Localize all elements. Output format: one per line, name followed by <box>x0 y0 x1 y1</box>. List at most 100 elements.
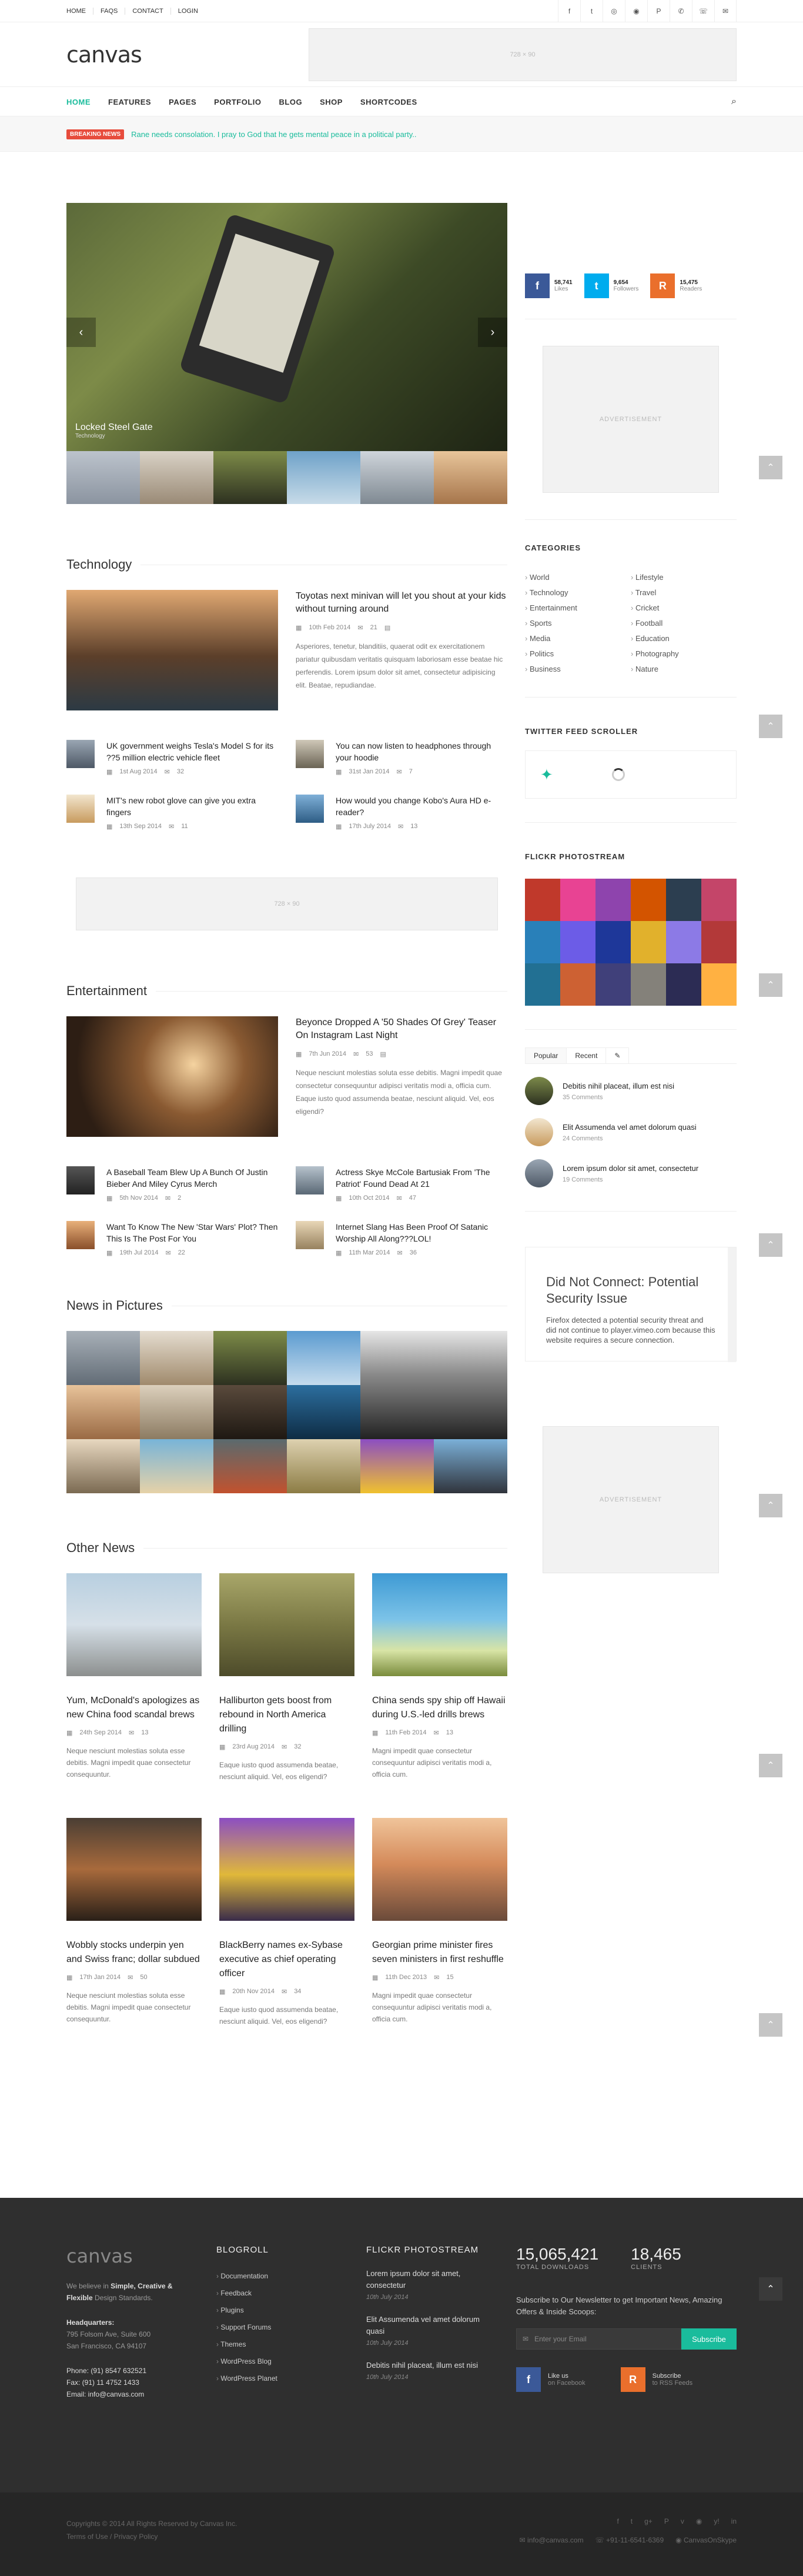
flickr-photo[interactable] <box>525 921 560 963</box>
scroll-top-button[interactable]: ⌃ <box>759 456 782 479</box>
post-title[interactable]: Yum, McDonald's apologizes as new China … <box>66 1694 202 1722</box>
scroll-top-button[interactable]: ⌃ <box>759 1494 782 1517</box>
blogroll-link[interactable]: WordPress Blog <box>216 2353 349 2370</box>
googleplus-icon[interactable]: g+ <box>644 2517 653 2525</box>
section-title[interactable]: Entertainment <box>66 983 147 999</box>
post-comments[interactable]: 21 <box>370 624 377 632</box>
contact-skype[interactable]: ◉ CanvasOnSkype <box>675 2536 737 2544</box>
picture-tile[interactable] <box>287 1439 360 1493</box>
scroll-top-button[interactable]: ⌃ <box>759 2277 782 2301</box>
picture-tile[interactable] <box>66 1439 140 1493</box>
picture-tile[interactable] <box>213 1331 287 1385</box>
post-title[interactable]: Want To Know The New 'Star Wars' Plot? T… <box>106 1221 278 1244</box>
post-title[interactable]: Debitis nihil placeat, illum est nisi <box>366 2360 498 2371</box>
post-comments[interactable]: 24 Comments <box>563 1135 697 1142</box>
menu-item-pages[interactable]: PAGES <box>169 98 196 106</box>
flickr-photo[interactable] <box>631 879 666 921</box>
post-image[interactable] <box>66 1016 278 1137</box>
post-title[interactable]: Georgian prime minister fires seven mini… <box>372 1938 507 1967</box>
featured-slider[interactable]: ‹ › Locked Steel Gate Technology <box>66 203 507 451</box>
post-image[interactable] <box>372 1573 507 1676</box>
post-thumbnail[interactable] <box>296 740 324 768</box>
section-title[interactable]: News in Pictures <box>66 1298 163 1313</box>
flickr-photo[interactable] <box>666 921 701 963</box>
post-title[interactable]: Elit Assumenda vel amet dolorum quasi <box>563 1123 697 1132</box>
post-comments[interactable]: 34 <box>294 1988 301 1996</box>
post-image[interactable] <box>219 1818 354 1921</box>
category-link[interactable]: Lifestyle <box>631 573 737 582</box>
post-thumbnail[interactable] <box>66 795 95 823</box>
post-title[interactable]: China sends spy ship off Hawaii during U… <box>372 1694 507 1722</box>
flickr-photo[interactable] <box>595 963 631 1006</box>
flickr-photo[interactable] <box>595 921 631 963</box>
sidebar-ad[interactable]: ADVERTISEMENT <box>543 1426 719 1573</box>
post-title[interactable]: Lorem ipsum dolor sit amet, consectetur <box>366 2268 498 2291</box>
slider-thumb[interactable] <box>434 451 507 504</box>
facebook-like-link[interactable]: f Like us on Facebook <box>516 2367 585 2392</box>
post-comments[interactable]: 32 <box>177 768 184 776</box>
rss-subscribe-link[interactable]: R Subscribe to RSS Feeds <box>620 2367 692 2392</box>
post-comments[interactable]: 13 <box>410 823 417 830</box>
picture-tile[interactable] <box>287 1385 360 1439</box>
menu-item-features[interactable]: FEATURES <box>108 98 151 106</box>
post-comments[interactable]: 19 Comments <box>563 1176 698 1183</box>
phone-icon[interactable]: ☏ <box>692 0 714 22</box>
email-address[interactable]: Email: info@canvas.com <box>66 2388 199 2400</box>
email-icon[interactable]: ✉ <box>714 0 737 22</box>
blogroll-link[interactable]: WordPress Planet <box>216 2370 349 2387</box>
picture-tile[interactable] <box>360 1439 434 1493</box>
scroll-top-button[interactable]: ⌃ <box>759 973 782 997</box>
picture-tile[interactable] <box>66 1385 140 1439</box>
top-nav-login[interactable]: LOGIN <box>171 8 205 15</box>
section-title[interactable]: Technology <box>66 557 132 572</box>
picture-tile[interactable] <box>66 1331 140 1385</box>
contact-email[interactable]: ✉ info@canvas.com <box>520 2536 584 2544</box>
yahoo-icon[interactable]: y! <box>714 2517 719 2525</box>
flickr-photo[interactable] <box>666 963 701 1006</box>
picture-tile[interactable] <box>140 1439 213 1493</box>
github-icon[interactable]: ◉ <box>696 2517 702 2525</box>
post-title[interactable]: UK government weighs Tesla's Model S for… <box>106 740 278 763</box>
post-title[interactable]: Beyonce Dropped A '50 Shades Of Grey' Te… <box>296 1016 507 1042</box>
flickr-photo[interactable] <box>631 963 666 1006</box>
slide-title[interactable]: Locked Steel Gate <box>75 422 153 433</box>
post-comments[interactable]: 15 <box>446 1974 453 1981</box>
scroll-top-button[interactable]: ⌃ <box>759 715 782 738</box>
category-link[interactable]: Politics <box>525 649 631 658</box>
category-link[interactable]: Entertainment <box>525 603 631 612</box>
flickr-photo[interactable] <box>560 879 595 921</box>
twitter-icon[interactable]: t <box>580 0 603 22</box>
top-nav-home[interactable]: HOME <box>66 8 93 15</box>
post-title[interactable]: Toyotas next minivan will let you shout … <box>296 590 507 616</box>
twitter-icon[interactable]: t <box>631 2517 633 2525</box>
blogroll-link[interactable]: Support Forums <box>216 2319 349 2336</box>
flickr-photo[interactable] <box>525 879 560 921</box>
slider-next-button[interactable]: › <box>478 318 507 347</box>
post-title[interactable]: Elit Assumenda vel amet dolorum quasi <box>366 2314 498 2337</box>
tab-popular[interactable]: Popular <box>525 1047 567 1063</box>
post-title[interactable]: Debitis nihil placeat, illum est nisi <box>563 1082 674 1090</box>
slider-prev-button[interactable]: ‹ <box>66 318 96 347</box>
slider-thumb[interactable] <box>213 451 287 504</box>
post-comments[interactable]: 2 <box>178 1194 181 1202</box>
avatar[interactable] <box>525 1077 553 1105</box>
post-comments[interactable]: 53 <box>366 1050 373 1058</box>
twitter-counter[interactable]: t 9,654 Followers <box>584 273 638 298</box>
post-thumbnail[interactable] <box>296 1221 324 1249</box>
flickr-photo[interactable] <box>666 879 701 921</box>
flickr-photo[interactable] <box>631 921 666 963</box>
tab-comments[interactable]: ✎ <box>605 1047 630 1063</box>
menu-item-portfolio[interactable]: PORTFOLIO <box>214 98 261 106</box>
category-link[interactable]: World <box>525 573 631 582</box>
instagram-icon[interactable]: ✆ <box>670 0 692 22</box>
pinterest-icon[interactable]: P <box>664 2517 669 2525</box>
slider-thumb[interactable] <box>360 451 434 504</box>
menu-item-shortcodes[interactable]: SHORTCODES <box>360 98 417 106</box>
post-image[interactable] <box>66 590 278 710</box>
post-title[interactable]: Internet Slang Has Been Proof Of Satanic… <box>336 1221 507 1244</box>
post-thumbnail[interactable] <box>66 740 95 768</box>
post-title[interactable]: You can now listen to headphones through… <box>336 740 507 763</box>
scroll-top-button[interactable]: ⌃ <box>759 1233 782 1257</box>
flickr-photo[interactable] <box>595 879 631 921</box>
menu-item-home[interactable]: HOME <box>66 98 91 106</box>
